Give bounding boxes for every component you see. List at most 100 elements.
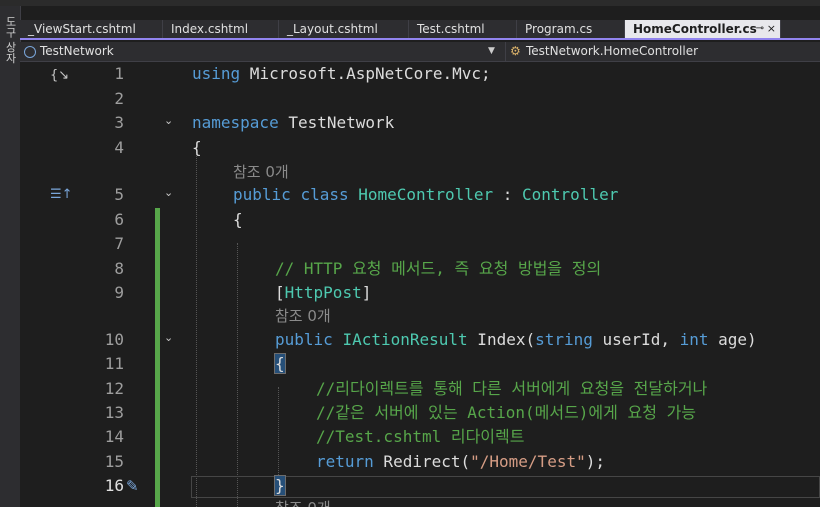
tab-label: _ViewStart.cshtml	[28, 22, 136, 36]
project-name: TestNetwork	[40, 44, 114, 58]
code-line[interactable]: 5 ⌄ public class HomeController : Controll…	[20, 183, 820, 207]
pin-icon[interactable]: ⊸	[756, 20, 764, 38]
class-dropdown[interactable]: ⚙ TestNetwork.HomeController	[505, 42, 820, 61]
document-tabs: _ViewStart.cshtml Index.cshtml _Layout.c…	[20, 20, 820, 40]
toolbox-label[interactable]: 도구 상자	[2, 16, 18, 64]
tab-label: Index.cshtml	[171, 22, 249, 36]
close-icon[interactable]: ×	[767, 20, 776, 38]
code-token: using	[192, 64, 241, 83]
class-path: TestNetwork.HomeController	[526, 44, 699, 58]
code-token: class	[300, 185, 349, 204]
code-token: return	[316, 452, 374, 471]
code-token: public	[233, 185, 291, 204]
fold-chevron-icon[interactable]: ⌄	[164, 187, 174, 198]
code-token: "/Home/Test"	[470, 452, 586, 471]
toolbox-sidebar[interactable]: 도구 상자	[0, 6, 21, 507]
code-text: //Test.cshtml 리다이렉트	[316, 425, 524, 449]
tab-layout[interactable]: _Layout.cshtml	[279, 20, 409, 38]
code-line[interactable]: 14 //Test.cshtml 리다이렉트	[20, 425, 820, 449]
code-text: }	[274, 474, 286, 498]
line-number: 15	[104, 452, 124, 471]
code-token: {	[192, 138, 202, 157]
chevron-down-icon: ▼	[488, 46, 495, 56]
line-number: 1	[114, 64, 124, 83]
code-line[interactable]: 7	[20, 232, 820, 256]
tab-label: Program.cs	[525, 22, 593, 36]
code-line[interactable]: 1 using Microsoft.AspNetCore.Mvc;	[20, 62, 820, 86]
code-line[interactable]: 10 ⌄ public IActionResult Index(string use…	[20, 328, 820, 352]
line-number: 5	[114, 185, 124, 204]
code-token: {	[233, 210, 243, 229]
code-token: TestNetwork	[278, 113, 395, 132]
code-token: string	[535, 330, 593, 349]
class-icon: ⚙	[510, 44, 521, 58]
tab-viewstart[interactable]: _ViewStart.cshtml	[20, 20, 163, 38]
code-text: namespace TestNetwork	[192, 111, 394, 135]
code-line[interactable]: 9 [HttpPost]	[20, 281, 820, 305]
code-token: :	[493, 185, 523, 204]
navigation-bar: TestNetwork ▼ ⚙ TestNetwork.HomeControll…	[20, 42, 820, 62]
code-line[interactable]: 3 ⌄ namespace TestNetwork	[20, 111, 820, 135]
code-line[interactable]: 8 // HTTP 요청 메서드, 즉 요청 방법을 정의	[20, 257, 820, 281]
tab-label: HomeController.cs	[633, 22, 757, 36]
code-editor[interactable]: {↘ ☰↑ ✎ 1 using Microsoft.AspNetCore.Mvc;…	[20, 62, 820, 507]
tab-program[interactable]: Program.cs	[517, 20, 625, 38]
code-token: IActionResult	[342, 330, 468, 349]
code-token: Controller	[522, 185, 619, 204]
code-text: //같은 서버에 있는 Action(메서드)에게 요청 가능	[316, 401, 696, 425]
line-number: 6	[114, 210, 124, 229]
code-text: //리다이렉트를 통해 다른 서버에게 요청을 전달하거나	[316, 377, 707, 401]
toolbar-strip	[0, 0, 820, 6]
code-token: //같은 서버에 있는 Action(메서드)에게 요청 가능	[316, 403, 697, 422]
code-line[interactable]: 4{	[20, 136, 820, 160]
code-line[interactable]: 13 //같은 서버에 있는 Action(메서드)에게 요청 가능	[20, 401, 820, 425]
code-token: ]	[361, 283, 372, 302]
code-token: Index(	[467, 330, 536, 349]
code-text: public class HomeController : Controller	[233, 183, 618, 207]
code-token: // HTTP 요청 메서드, 즉 요청 방법을 정의	[275, 259, 602, 278]
code-token: Microsoft.AspNetCore.Mvc;	[240, 64, 491, 83]
fold-chevron-icon[interactable]: ⌄	[164, 115, 174, 126]
line-number: 10	[104, 330, 124, 349]
code-token: HomeController	[358, 185, 494, 204]
code-text: using Microsoft.AspNetCore.Mvc;	[192, 62, 491, 86]
code-line[interactable]: 6{	[20, 208, 820, 232]
tab-index[interactable]: Index.cshtml	[163, 20, 279, 38]
line-number: 9	[114, 283, 124, 302]
code-line[interactable]: 15 return Redirect("/Home/Test");	[20, 450, 820, 474]
tab-label: Test.cshtml	[417, 22, 485, 36]
tab-test[interactable]: Test.cshtml	[409, 20, 517, 38]
globe-icon	[24, 46, 36, 58]
code-token: );	[585, 452, 605, 471]
line-number: 2	[114, 89, 124, 108]
code-token: age)	[708, 330, 757, 349]
code-line[interactable]: 11 {	[20, 352, 820, 376]
line-number: 8	[114, 259, 124, 278]
code-text: // HTTP 요청 메서드, 즉 요청 방법을 정의	[275, 257, 601, 281]
code-line[interactable]: 2	[20, 87, 820, 111]
code-token: namespace	[192, 113, 279, 132]
line-number: 13	[104, 403, 124, 422]
code-token: {	[274, 353, 286, 374]
line-number: 4	[114, 138, 124, 157]
tab-homecontroller[interactable]: HomeController.cs ⊸ ×	[625, 20, 781, 38]
code-token: public	[275, 330, 333, 349]
code-text: return Redirect("/Home/Test");	[316, 450, 605, 474]
code-token: HttpPost	[284, 283, 362, 302]
codelens-references[interactable]: 참조 0개	[275, 496, 331, 507]
codelens-references[interactable]: 참조 0개	[233, 160, 289, 184]
fold-chevron-icon[interactable]: ⌄	[164, 332, 174, 343]
code-line[interactable]: 16}	[20, 474, 820, 498]
code-line[interactable]: 12 //리다이렉트를 통해 다른 서버에게 요청을 전달하거나	[20, 377, 820, 401]
code-token: }	[274, 475, 286, 496]
code-token: userId,	[592, 330, 680, 349]
line-number: 14	[104, 427, 124, 446]
codelens-references[interactable]: 참조 0개	[275, 304, 331, 328]
line-number: 16	[104, 476, 124, 495]
line-number: 12	[104, 379, 124, 398]
project-dropdown[interactable]: TestNetwork ▼	[20, 42, 500, 61]
code-token: Redirect(	[373, 452, 471, 471]
line-number: 3	[114, 113, 124, 132]
